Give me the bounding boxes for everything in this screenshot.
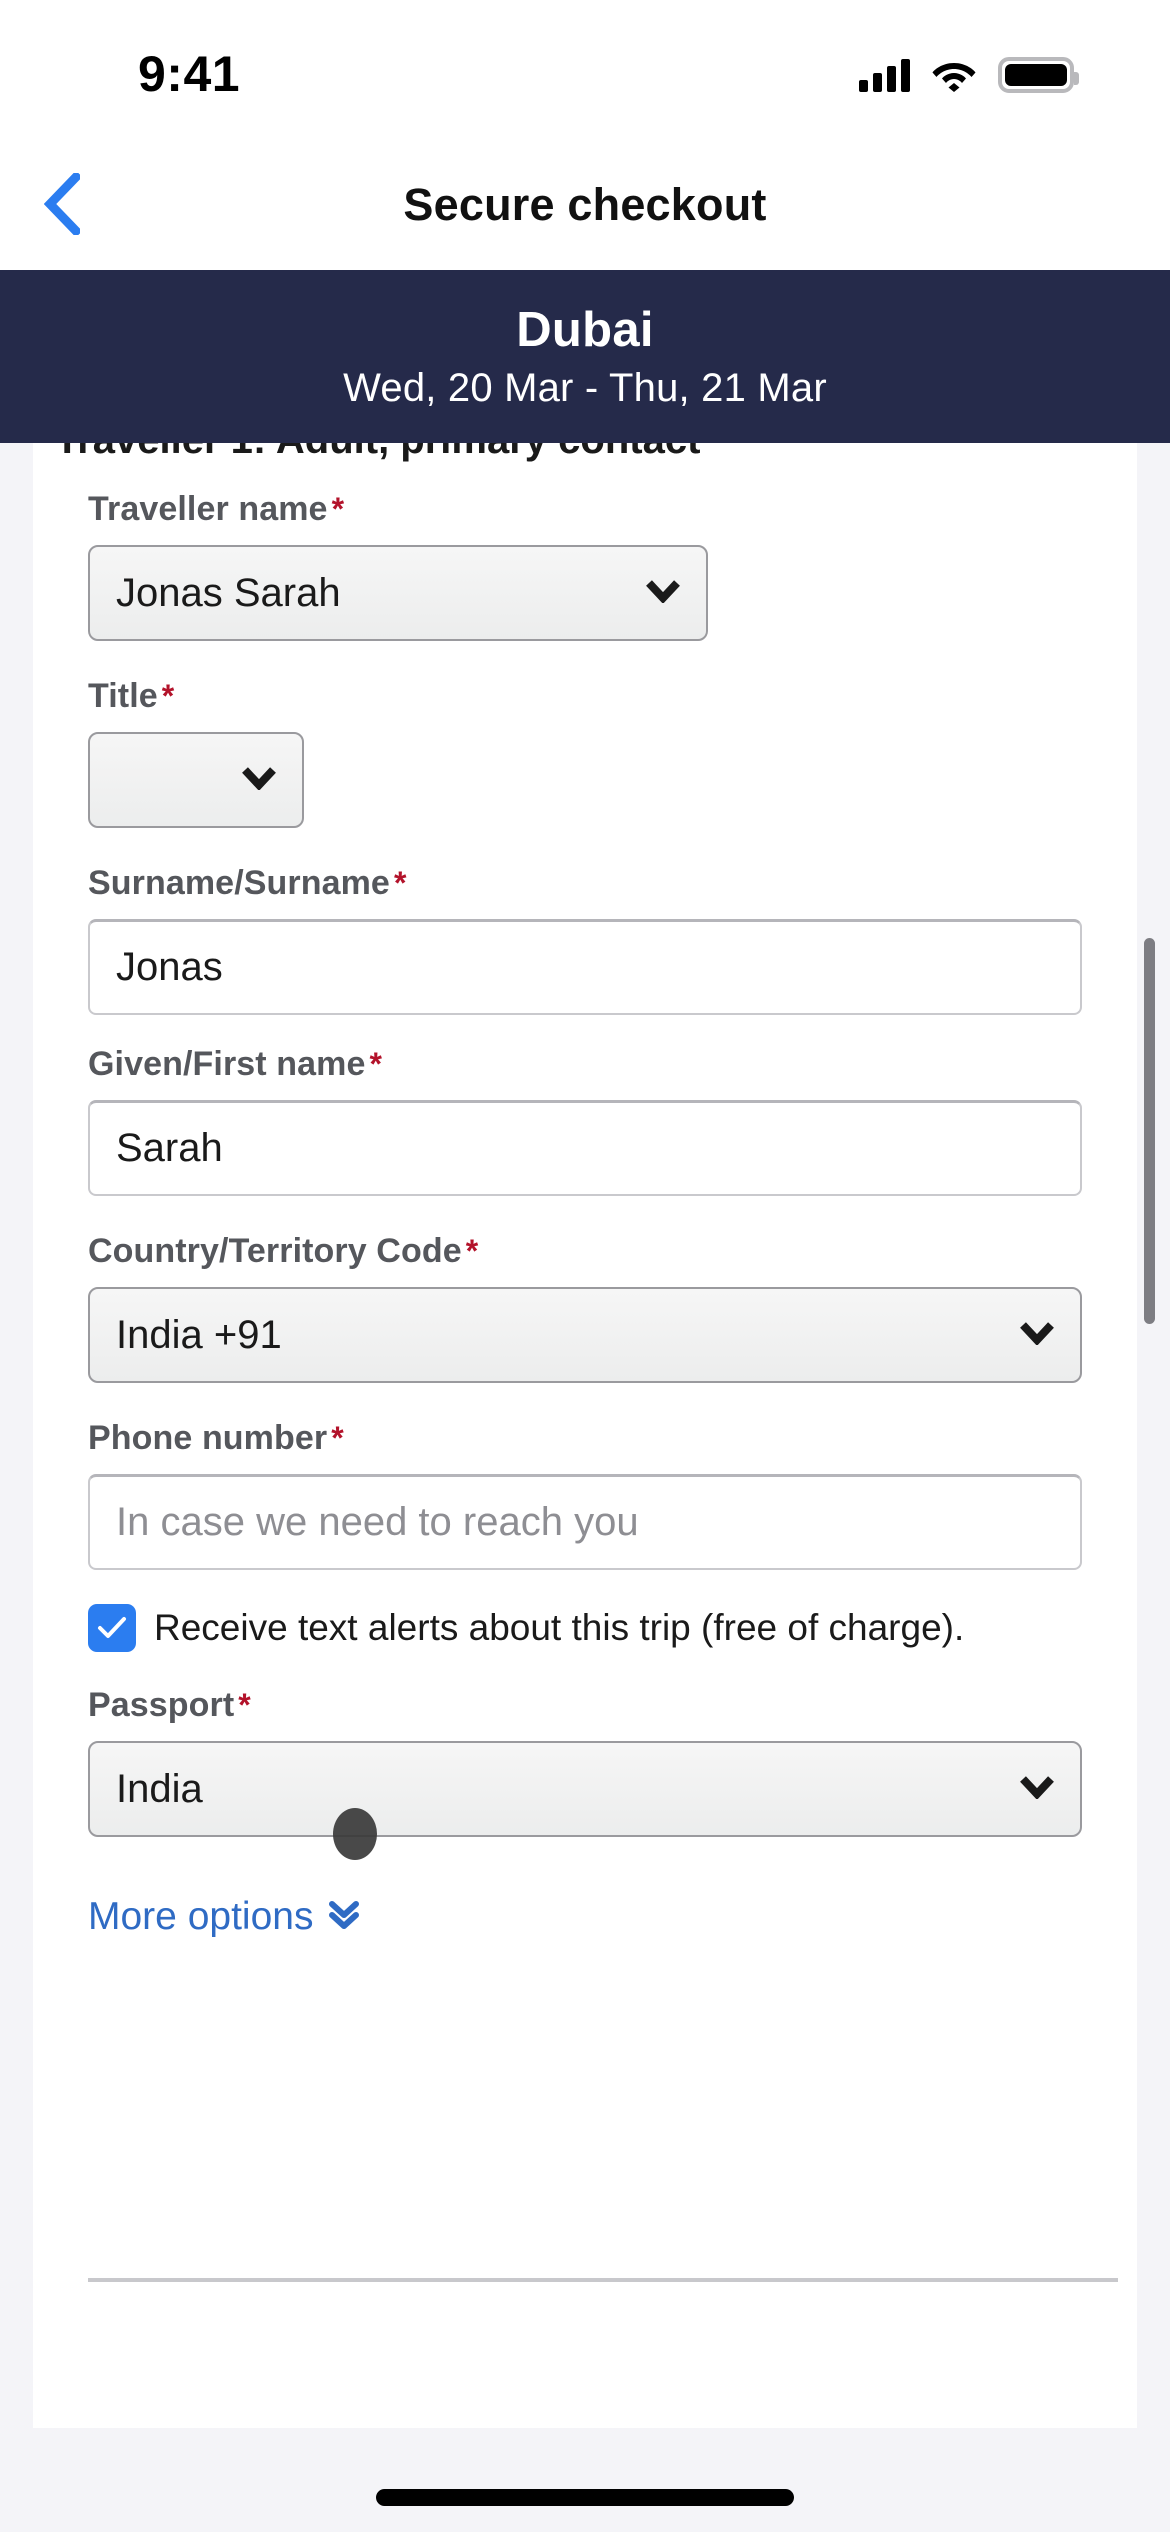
field-passport: Passport * India <box>33 1686 1137 1837</box>
status-bar-icons <box>859 57 1079 93</box>
passport-select[interactable]: India <box>88 1741 1082 1837</box>
cellular-signal-icon <box>859 58 910 92</box>
trip-destination: Dubai <box>516 303 654 357</box>
required-marker: * <box>369 1046 383 1082</box>
battery-icon <box>998 57 1079 93</box>
passport-label: Passport * <box>88 1686 251 1724</box>
navigation-bar: Secure checkout <box>0 140 1170 270</box>
traveller-name-label: Traveller name * <box>88 490 345 528</box>
required-marker: * <box>331 1420 344 1456</box>
field-given-name: Given/First name * <box>33 1045 1137 1196</box>
title-select[interactable] <box>88 732 304 828</box>
status-bar-time: 9:41 <box>138 46 241 102</box>
field-phone-number: Phone number * <box>33 1419 1137 1570</box>
country-code-value: India +91 <box>116 1312 282 1357</box>
phone-number-label: Phone number * <box>88 1419 344 1457</box>
chevron-left-icon <box>43 170 83 240</box>
trip-summary-banner: Dubai Wed, 20 Mar - Thu, 21 Mar <box>0 270 1170 443</box>
country-code-select[interactable]: India +91 <box>88 1287 1082 1383</box>
check-icon <box>98 1617 126 1638</box>
chevron-down-icon <box>242 766 276 795</box>
wifi-icon <box>932 58 976 92</box>
required-marker: * <box>393 865 407 901</box>
chevron-down-icon <box>646 579 680 608</box>
given-name-input[interactable] <box>88 1100 1082 1196</box>
field-surname: Surname/Surname * <box>33 864 1137 1015</box>
page-title: Secure checkout <box>403 179 767 230</box>
back-button[interactable] <box>26 168 98 244</box>
double-chevron-down-icon <box>327 1898 361 1937</box>
field-traveller-name: Traveller name * Jonas Sarah <box>33 490 1137 641</box>
surname-input[interactable] <box>88 919 1082 1015</box>
vertical-scrollbar[interactable] <box>1144 938 1155 1324</box>
more-options-label: More options <box>88 1895 314 1938</box>
required-marker: * <box>238 1687 251 1723</box>
text-alerts-label: Receive text alerts about this trip (fre… <box>154 1607 965 1648</box>
phone-number-input[interactable] <box>88 1474 1082 1570</box>
surname-label: Surname/Surname * <box>88 864 407 902</box>
status-bar: 9:41 <box>0 0 1170 140</box>
field-title: Title * <box>33 677 1137 828</box>
required-marker: * <box>161 678 175 714</box>
chevron-down-icon <box>1020 1775 1054 1804</box>
traveller-form: Traveller name * Jonas Sarah Title * Surna… <box>33 490 1137 1939</box>
country-code-label: Country/Territory Code * <box>88 1232 479 1270</box>
touch-cursor-indicator <box>333 1808 377 1860</box>
more-options-link[interactable]: More options <box>33 1895 1137 1939</box>
text-alerts-row[interactable]: Receive text alerts about this trip (fre… <box>33 1604 1137 1652</box>
required-marker: * <box>465 1233 479 1269</box>
given-name-label: Given/First name * <box>88 1045 383 1083</box>
battery-fill <box>1005 64 1067 86</box>
section-divider <box>88 2278 1118 2282</box>
trip-date-range: Wed, 20 Mar - Thu, 21 Mar <box>343 366 827 410</box>
title-label: Title * <box>88 677 175 715</box>
home-indicator <box>376 2489 794 2506</box>
traveller-name-select[interactable]: Jonas Sarah <box>88 545 708 641</box>
chevron-down-icon <box>1020 1321 1054 1350</box>
text-alerts-checkbox[interactable] <box>88 1604 136 1652</box>
traveller-name-value: Jonas Sarah <box>116 570 341 615</box>
passport-value: India <box>116 1766 203 1811</box>
required-marker: * <box>331 491 345 527</box>
field-country-code: Country/Territory Code * India +91 <box>33 1232 1137 1383</box>
